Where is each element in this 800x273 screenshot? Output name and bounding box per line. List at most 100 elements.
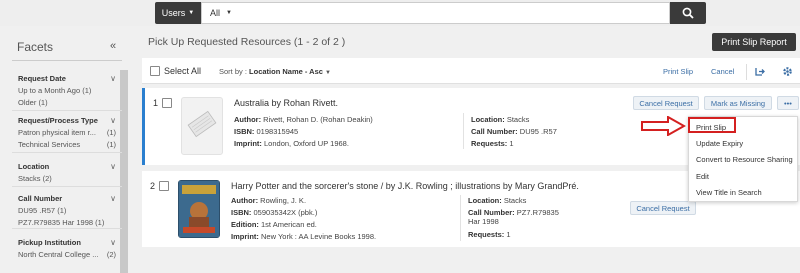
cancel-request-button[interactable]: Cancel Request — [633, 96, 699, 110]
search-button[interactable] — [670, 2, 706, 24]
select-all-checkbox[interactable] — [150, 66, 160, 76]
menu-item-convert-resource-sharing[interactable]: Convert to Resource Sharing — [696, 155, 793, 164]
facet-item-label: Patron physical item r... — [18, 128, 96, 137]
facets-sidebar: Facets « Request Date ∨ Up to a Month Ag… — [0, 26, 130, 273]
facet-group-request-date: Request Date ∨ Up to a Month Ago (1) Old… — [18, 74, 116, 107]
row-checkbox[interactable] — [162, 98, 172, 108]
divider — [463, 113, 464, 149]
detail-value: 0198315945 — [256, 127, 299, 136]
detail-label: Imprint: — [234, 139, 262, 148]
call-number-detail-line2: Har 1998 — [468, 217, 499, 226]
print-slip-report-button[interactable]: Print Slip Report — [712, 33, 796, 51]
location-detail: Location: Stacks — [471, 115, 529, 124]
detail-value: New York : AA Levine Books 1998. — [261, 232, 377, 241]
facet-item-count: (1) — [106, 128, 116, 137]
detail-value: 1 — [506, 230, 511, 239]
cancel-link[interactable]: Cancel — [711, 67, 734, 76]
facet-item-label: PZ7.R79835 Har 1998 — [18, 218, 94, 227]
export-icon[interactable] — [754, 66, 765, 77]
facet-item[interactable]: PZ7.R79835 Har 1998 (1) — [18, 218, 116, 227]
facet-item-label: Technical Services — [18, 140, 81, 149]
facet-item-count: (1) — [82, 86, 92, 95]
facet-header-call-number[interactable]: Call Number ∨ — [18, 194, 116, 203]
detail-label: Requests: — [468, 230, 505, 239]
facet-item-label: Up to a Month Ago — [18, 86, 81, 95]
detail-value: 059035342X (pbk.) — [253, 208, 318, 217]
detail-value: Rowling, J. K. — [260, 196, 307, 205]
chevron-down-icon[interactable]: ∨ — [110, 238, 116, 247]
menu-item-view-title-in-search[interactable]: View Title in Search — [696, 188, 762, 197]
facet-header-request-process-type[interactable]: Request/Process Type ∨ — [18, 116, 116, 125]
detail-value: DU95 .R57 — [519, 127, 557, 136]
divider — [12, 110, 122, 111]
detail-value: Stacks — [506, 115, 530, 124]
detail-value: PZ7.R79835 — [516, 208, 559, 217]
detail-label: Author: — [231, 196, 259, 205]
search-scope-dropdown[interactable]: Users ▼ — [155, 2, 201, 24]
facet-item-label: North Central College ... — [18, 250, 99, 259]
chevron-down-icon[interactable]: ∨ — [110, 162, 116, 171]
list-toolbar: Select All Sort by : Location Name - Asc… — [142, 58, 800, 84]
facet-item-count: (1) — [57, 206, 67, 215]
row-checkbox[interactable] — [159, 181, 169, 191]
facet-item[interactable]: DU95 .R57 (1) — [18, 206, 116, 215]
facet-item[interactable]: (1) Patron physical item r... — [18, 128, 116, 137]
row-number: 1 — [153, 98, 159, 108]
facets-scrollbar[interactable] — [120, 70, 128, 273]
author-detail: Author: Rowling, J. K. — [231, 196, 306, 205]
divider — [12, 228, 122, 229]
facet-header-pickup-institution[interactable]: Pickup Institution ∨ — [18, 238, 116, 247]
sort-dropdown[interactable]: Sort by : Location Name - Asc ▼ — [219, 67, 331, 76]
detail-label: Requests: — [471, 139, 508, 148]
more-actions-button[interactable]: ••• — [777, 96, 799, 110]
divider — [12, 60, 122, 61]
detail-value: 1st American ed. — [261, 220, 317, 229]
detail-label: ISBN: — [234, 127, 255, 136]
book-cover-art — [179, 181, 219, 237]
detail-value: 1 — [509, 139, 514, 148]
chevron-down-icon[interactable]: ∨ — [110, 194, 116, 203]
detail-label: Call Number: — [471, 127, 518, 136]
print-slip-link[interactable]: Print Slip — [663, 67, 693, 76]
detail-value: Stacks — [503, 196, 527, 205]
detail-label: ISBN: — [231, 208, 252, 217]
menu-item-update-expiry[interactable]: Update Expiry — [696, 139, 743, 148]
facet-group-pickup-institution: Pickup Institution ∨ (2) North Central Co… — [18, 238, 116, 259]
detail-label: Location: — [468, 196, 502, 205]
facet-header-location[interactable]: Location ∨ — [18, 162, 116, 171]
item-title[interactable]: Harry Potter and the sorcerer's stone / … — [231, 181, 579, 191]
select-all-label[interactable]: Select All — [164, 66, 201, 76]
facet-item[interactable]: (1) Technical Services — [18, 140, 116, 149]
red-arrow-icon — [641, 116, 686, 136]
author-detail: Author: Rivett, Rohan D. (Rohan Deakin) — [234, 115, 373, 124]
facet-item-count: (1) — [95, 218, 105, 227]
call-number-detail: Call Number: DU95 .R57 — [471, 127, 557, 136]
book-thumbnail — [181, 97, 223, 155]
facet-item[interactable]: Up to a Month Ago (1) — [18, 86, 116, 95]
facet-item[interactable]: Stacks (2) — [18, 174, 116, 183]
facet-item[interactable]: (2) North Central College ... — [18, 250, 116, 259]
detail-value: Rivett, Rohan D. (Rohan Deakin) — [263, 115, 373, 124]
book-icon — [187, 110, 217, 138]
detail-label: Location: — [471, 115, 505, 124]
detail-label: Imprint: — [231, 232, 259, 241]
search-icon — [682, 7, 694, 19]
item-title[interactable]: Australia by Rohan Rivett. — [234, 98, 338, 108]
facet-group-label: Call Number — [18, 194, 63, 203]
facet-item[interactable]: Older (1) — [18, 98, 116, 107]
double-chevron-left-icon[interactable]: « — [110, 40, 116, 52]
chevron-down-icon[interactable]: ∨ — [110, 74, 116, 83]
page-title: Pick Up Requested Resources (1 - 2 of 2 … — [148, 36, 346, 48]
book-cover-image — [178, 180, 220, 238]
facet-item-count: (2) — [106, 250, 116, 259]
cancel-request-button[interactable]: Cancel Request — [630, 201, 696, 215]
call-number-detail: Call Number: PZ7.R79835 — [468, 208, 559, 217]
detail-value: Har 1998 — [468, 217, 499, 226]
gear-icon[interactable] — [782, 66, 793, 77]
facet-header-request-date[interactable]: Request Date ∨ — [18, 74, 116, 83]
menu-item-edit[interactable]: Edit — [696, 172, 709, 181]
mark-as-missing-button[interactable]: Mark as Missing — [704, 96, 772, 110]
search-filter-dropdown[interactable]: All ▼ — [201, 2, 670, 24]
facet-group-label: Request/Process Type — [18, 116, 98, 125]
chevron-down-icon[interactable]: ∨ — [110, 116, 116, 125]
